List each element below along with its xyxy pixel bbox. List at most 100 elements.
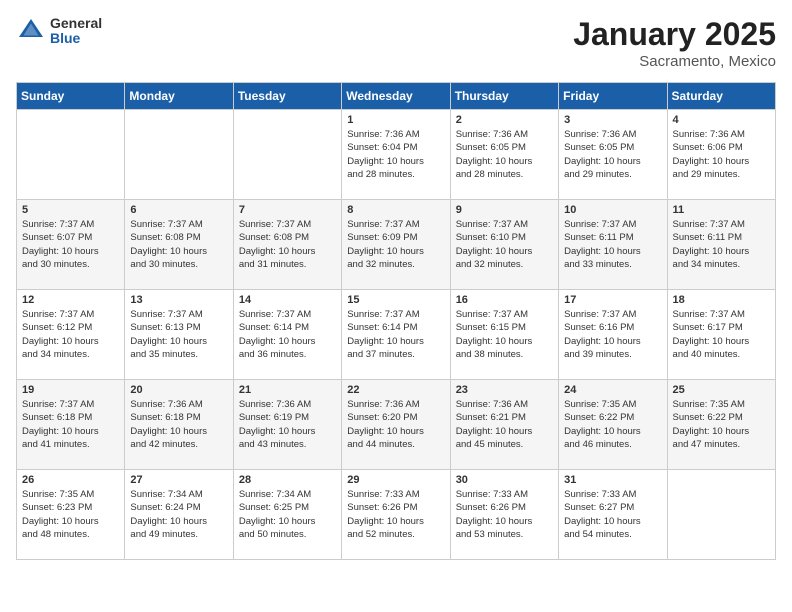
calendar-table: SundayMondayTuesdayWednesdayThursdayFrid…: [16, 82, 776, 560]
day-number: 3: [564, 114, 661, 126]
day-number: 9: [456, 204, 553, 216]
day-number: 30: [456, 474, 553, 486]
day-info: Sunrise: 7:34 AM Sunset: 6:25 PM Dayligh…: [239, 488, 336, 541]
day-number: 4: [673, 114, 770, 126]
logo-blue: Blue: [50, 31, 102, 46]
day-info: Sunrise: 7:37 AM Sunset: 6:14 PM Dayligh…: [347, 308, 444, 361]
calendar-cell: 14 Sunrise: 7:37 AM Sunset: 6:14 PM Dayli…: [233, 290, 341, 380]
calendar-week-row: 1 Sunrise: 7:36 AM Sunset: 6:04 PM Daylig…: [17, 110, 776, 200]
calendar-cell: 10 Sunrise: 7:37 AM Sunset: 6:11 PM Dayli…: [559, 200, 667, 290]
day-number: 31: [564, 474, 661, 486]
calendar-cell: 8Sunrise: 7:37 AM Sunset: 6:09 PM Daylig…: [342, 200, 450, 290]
day-info: Sunrise: 7:35 AM Sunset: 6:23 PM Dayligh…: [22, 488, 119, 541]
day-info: Sunrise: 7:33 AM Sunset: 6:26 PM Dayligh…: [347, 488, 444, 541]
calendar-cell: 19 Sunrise: 7:37 AM Sunset: 6:18 PM Dayli…: [17, 380, 125, 470]
day-number: 24: [564, 384, 661, 396]
day-number: 26: [22, 474, 119, 486]
calendar-week-row: 26 Sunrise: 7:35 AM Sunset: 6:23 PM Dayli…: [17, 470, 776, 560]
calendar-subtitle: Sacramento, Mexico: [573, 53, 776, 70]
weekday-label: Friday: [559, 83, 667, 110]
day-number: 15: [347, 294, 444, 306]
day-number: 1: [347, 114, 444, 126]
calendar-cell: 9 Sunrise: 7:37 AM Sunset: 6:10 PM Daylig…: [450, 200, 558, 290]
weekday-header-row: SundayMondayTuesdayWednesdayThursdayFrid…: [17, 83, 776, 110]
calendar-cell: 31 Sunrise: 7:33 AM Sunset: 6:27 PM Dayli…: [559, 470, 667, 560]
logo-text: General Blue: [50, 16, 102, 47]
calendar-cell: 21Sunrise: 7:36 AM Sunset: 6:19 PM Dayli…: [233, 380, 341, 470]
day-info: Sunrise: 7:33 AM Sunset: 6:26 PM Dayligh…: [456, 488, 553, 541]
calendar-cell: 3 Sunrise: 7:36 AM Sunset: 6:05 PM Daylig…: [559, 110, 667, 200]
day-info: Sunrise: 7:36 AM Sunset: 6:04 PM Dayligh…: [347, 128, 444, 181]
day-info: Sunrise: 7:37 AM Sunset: 6:12 PM Dayligh…: [22, 308, 119, 361]
day-info: Sunrise: 7:37 AM Sunset: 6:14 PM Dayligh…: [239, 308, 336, 361]
calendar-cell: 25 Sunrise: 7:35 AM Sunset: 6:22 PM Dayli…: [667, 380, 775, 470]
calendar-week-row: 12Sunrise: 7:37 AM Sunset: 6:12 PM Dayli…: [17, 290, 776, 380]
calendar-cell: 26 Sunrise: 7:35 AM Sunset: 6:23 PM Dayli…: [17, 470, 125, 560]
day-info: Sunrise: 7:37 AM Sunset: 6:18 PM Dayligh…: [22, 398, 119, 451]
day-info: Sunrise: 7:33 AM Sunset: 6:27 PM Dayligh…: [564, 488, 661, 541]
day-info: Sunrise: 7:37 AM Sunset: 6:09 PM Dayligh…: [347, 218, 444, 271]
day-number: 6: [130, 204, 227, 216]
calendar-cell: [125, 110, 233, 200]
day-info: Sunrise: 7:37 AM Sunset: 6:15 PM Dayligh…: [456, 308, 553, 361]
calendar-title: January 2025: [573, 16, 776, 53]
day-info: Sunrise: 7:36 AM Sunset: 6:05 PM Dayligh…: [564, 128, 661, 181]
day-info: Sunrise: 7:37 AM Sunset: 6:17 PM Dayligh…: [673, 308, 770, 361]
calendar-cell: 18 Sunrise: 7:37 AM Sunset: 6:17 PM Dayli…: [667, 290, 775, 380]
calendar-cell: 20Sunrise: 7:36 AM Sunset: 6:18 PM Dayli…: [125, 380, 233, 470]
page-header: General Blue January 2025 Sacramento, Me…: [16, 16, 776, 70]
day-number: 19: [22, 384, 119, 396]
calendar-cell: 5 Sunrise: 7:37 AM Sunset: 6:07 PM Daylig…: [17, 200, 125, 290]
title-block: January 2025 Sacramento, Mexico: [573, 16, 776, 70]
calendar-week-row: 5 Sunrise: 7:37 AM Sunset: 6:07 PM Daylig…: [17, 200, 776, 290]
calendar-cell: [667, 470, 775, 560]
calendar-cell: [233, 110, 341, 200]
day-info: Sunrise: 7:37 AM Sunset: 6:16 PM Dayligh…: [564, 308, 661, 361]
calendar-cell: 6 Sunrise: 7:37 AM Sunset: 6:08 PM Daylig…: [125, 200, 233, 290]
calendar-cell: 1 Sunrise: 7:36 AM Sunset: 6:04 PM Daylig…: [342, 110, 450, 200]
weekday-label: Saturday: [667, 83, 775, 110]
calendar-week-row: 19 Sunrise: 7:37 AM Sunset: 6:18 PM Dayli…: [17, 380, 776, 470]
calendar-cell: 30 Sunrise: 7:33 AM Sunset: 6:26 PM Dayli…: [450, 470, 558, 560]
calendar-cell: 22Sunrise: 7:36 AM Sunset: 6:20 PM Dayli…: [342, 380, 450, 470]
day-number: 7: [239, 204, 336, 216]
calendar-cell: 12Sunrise: 7:37 AM Sunset: 6:12 PM Dayli…: [17, 290, 125, 380]
calendar-body: 1 Sunrise: 7:36 AM Sunset: 6:04 PM Daylig…: [17, 110, 776, 560]
logo: General Blue: [16, 16, 102, 47]
calendar-cell: 7 Sunrise: 7:37 AM Sunset: 6:08 PM Daylig…: [233, 200, 341, 290]
day-number: 29: [347, 474, 444, 486]
day-number: 17: [564, 294, 661, 306]
day-info: Sunrise: 7:34 AM Sunset: 6:24 PM Dayligh…: [130, 488, 227, 541]
day-number: 22: [347, 384, 444, 396]
calendar-cell: [17, 110, 125, 200]
day-number: 25: [673, 384, 770, 396]
day-info: Sunrise: 7:37 AM Sunset: 6:10 PM Dayligh…: [456, 218, 553, 271]
day-number: 28: [239, 474, 336, 486]
day-info: Sunrise: 7:37 AM Sunset: 6:13 PM Dayligh…: [130, 308, 227, 361]
weekday-label: Sunday: [17, 83, 125, 110]
day-number: 20: [130, 384, 227, 396]
logo-icon: [16, 16, 46, 46]
day-number: 11: [673, 204, 770, 216]
day-number: 27: [130, 474, 227, 486]
day-info: Sunrise: 7:37 AM Sunset: 6:08 PM Dayligh…: [130, 218, 227, 271]
calendar-cell: 16Sunrise: 7:37 AM Sunset: 6:15 PM Dayli…: [450, 290, 558, 380]
day-info: Sunrise: 7:35 AM Sunset: 6:22 PM Dayligh…: [673, 398, 770, 451]
calendar-cell: 2Sunrise: 7:36 AM Sunset: 6:05 PM Daylig…: [450, 110, 558, 200]
day-info: Sunrise: 7:37 AM Sunset: 6:11 PM Dayligh…: [564, 218, 661, 271]
day-info: Sunrise: 7:37 AM Sunset: 6:07 PM Dayligh…: [22, 218, 119, 271]
day-number: 10: [564, 204, 661, 216]
day-info: Sunrise: 7:35 AM Sunset: 6:22 PM Dayligh…: [564, 398, 661, 451]
day-info: Sunrise: 7:37 AM Sunset: 6:08 PM Dayligh…: [239, 218, 336, 271]
day-number: 18: [673, 294, 770, 306]
day-info: Sunrise: 7:36 AM Sunset: 6:21 PM Dayligh…: [456, 398, 553, 451]
calendar-cell: 27 Sunrise: 7:34 AM Sunset: 6:24 PM Dayli…: [125, 470, 233, 560]
calendar-cell: 28 Sunrise: 7:34 AM Sunset: 6:25 PM Dayli…: [233, 470, 341, 560]
weekday-label: Thursday: [450, 83, 558, 110]
day-number: 14: [239, 294, 336, 306]
day-number: 13: [130, 294, 227, 306]
day-number: 5: [22, 204, 119, 216]
day-number: 2: [456, 114, 553, 126]
calendar-cell: 15 Sunrise: 7:37 AM Sunset: 6:14 PM Dayli…: [342, 290, 450, 380]
calendar-cell: 24 Sunrise: 7:35 AM Sunset: 6:22 PM Dayli…: [559, 380, 667, 470]
